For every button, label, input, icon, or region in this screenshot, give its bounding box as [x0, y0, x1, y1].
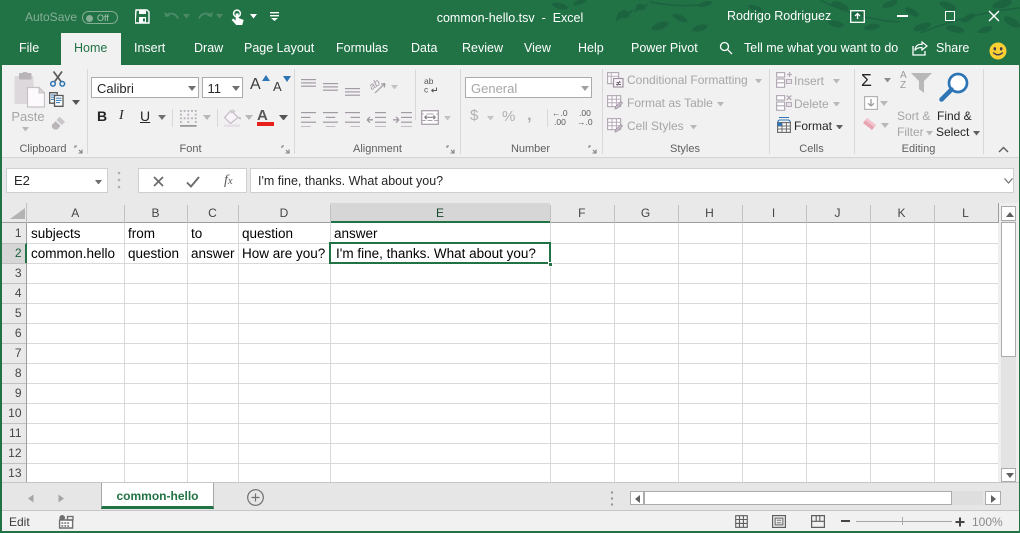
svg-text:ab: ab [370, 78, 383, 93]
